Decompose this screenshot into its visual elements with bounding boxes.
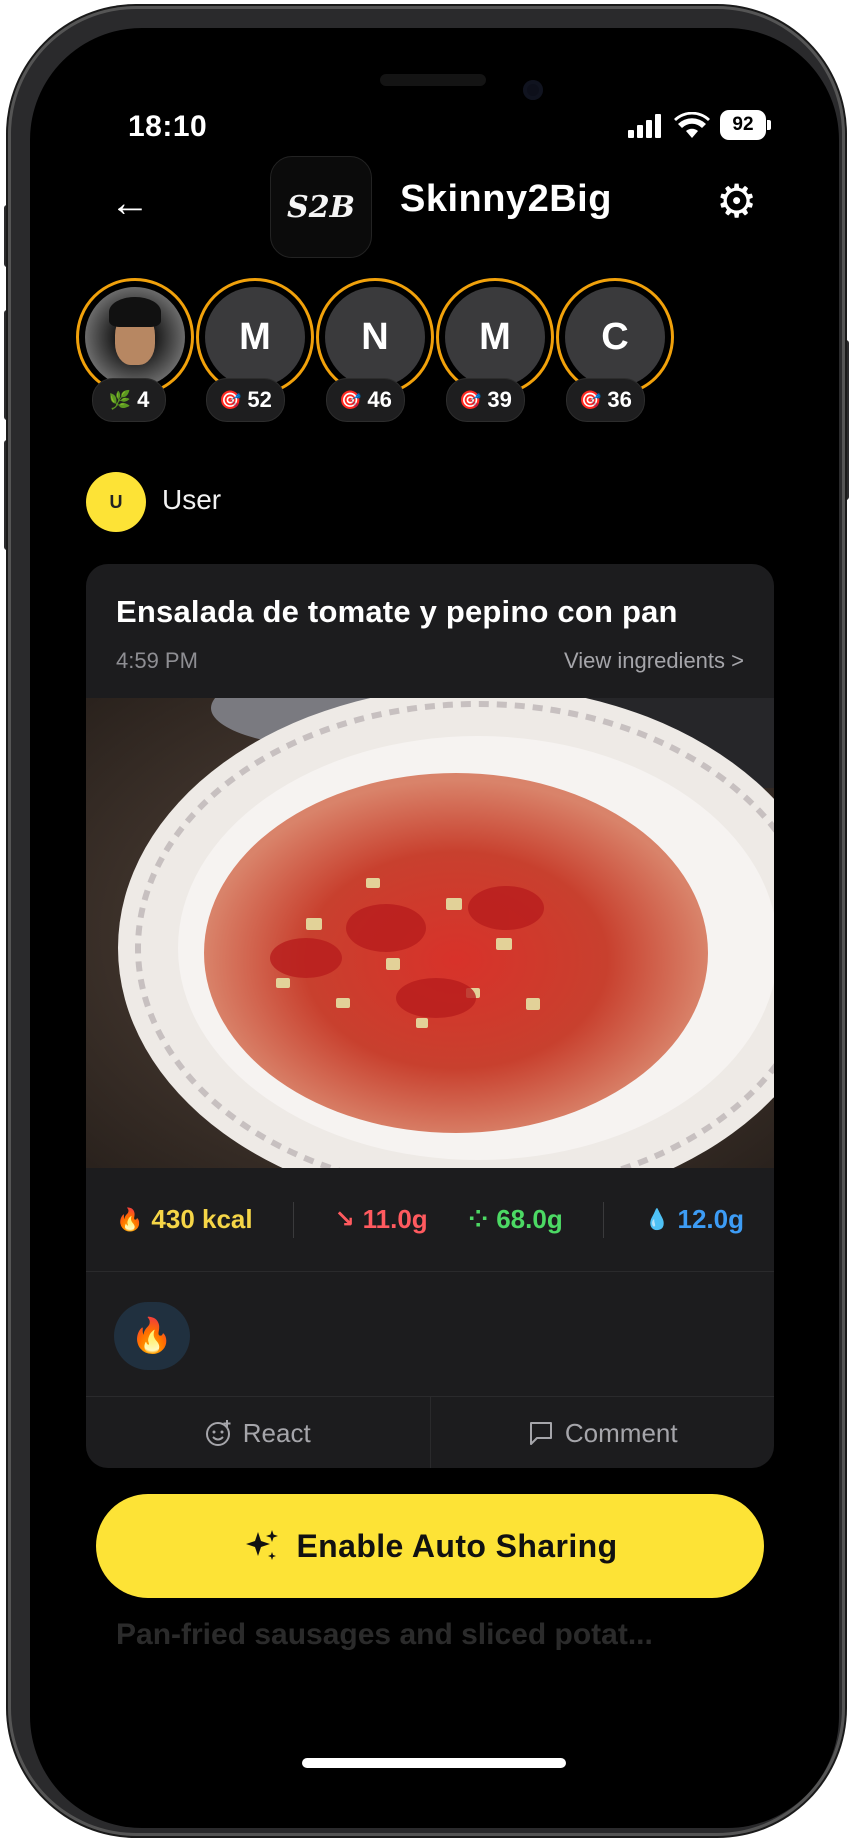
battery-tip xyxy=(767,120,771,130)
fat-value: 12.0g xyxy=(677,1204,745,1234)
macro-divider xyxy=(603,1201,605,1238)
battery-indicator: 92 xyxy=(720,110,766,140)
target-icon: 🎯 xyxy=(219,389,242,410)
avatar-initial: M xyxy=(445,287,545,387)
badge-value: 4 xyxy=(137,387,150,412)
group-logo-text: S2B xyxy=(287,189,355,225)
reaction-chip[interactable]: 🔥 xyxy=(114,1302,190,1370)
post-author-name[interactable]: User xyxy=(162,484,221,516)
add-reaction-icon xyxy=(205,1420,231,1446)
target-icon: 🎯 xyxy=(579,389,602,410)
avatar-initial: N xyxy=(325,287,425,387)
cellular-signal-icon xyxy=(628,114,661,138)
comment-button[interactable]: Comment xyxy=(429,1397,775,1468)
calories-macro: 🔥 430 kcal xyxy=(116,1204,253,1235)
next-post-title: Pan-fried sausages and sliced potat... xyxy=(116,1618,653,1651)
status-time: 18:10 xyxy=(128,110,208,143)
cta-label: Enable Auto Sharing xyxy=(296,1527,618,1564)
avatar-hair xyxy=(109,297,161,327)
meal-title: Ensalada de tomate y pepino con pan xyxy=(116,594,678,629)
meal-photo[interactable] xyxy=(86,698,774,1168)
comment-label: Comment xyxy=(564,1417,678,1448)
droplet-icon: 💧 xyxy=(644,1209,670,1231)
home-indicator[interactable] xyxy=(302,1758,566,1768)
meal-time: 4:59 PM xyxy=(116,648,198,673)
grain-icon: ⁘ xyxy=(468,1206,489,1233)
meal-post-card: Ensalada de tomate y pepino con pan 4:59… xyxy=(86,564,774,1468)
gear-icon[interactable]: ⚙ xyxy=(716,178,757,224)
flame-icon: 🔥 xyxy=(116,1206,144,1232)
group-logo: S2B xyxy=(270,156,372,258)
wifi-icon xyxy=(674,112,710,138)
member-avatar-5[interactable]: C 🎯 36 xyxy=(556,278,674,438)
avatar[interactable]: U xyxy=(86,472,146,532)
group-title: Skinny2Big xyxy=(400,178,612,220)
phone-frame: 18:10 92 ← S2B Skinny2Big ⚙ 🌿 4 M 🎯 52 N… xyxy=(8,6,845,1836)
goal-badge: 🎯 36 xyxy=(566,378,645,422)
meal-photo-image xyxy=(86,698,774,1168)
streak-badge: 🌿 4 xyxy=(92,378,166,422)
macros-row: 🔥 430 kcal ↘ 11.0g ⁘ 68.0g 💧 12.0g xyxy=(86,1168,774,1272)
protein-value: 11.0g xyxy=(362,1204,428,1234)
view-ingredients-link[interactable]: View ingredients > xyxy=(564,648,744,674)
app-screen: 18:10 92 ← S2B Skinny2Big ⚙ 🌿 4 M 🎯 52 N… xyxy=(30,28,839,1828)
badge-value: 36 xyxy=(607,387,632,412)
dumbbell-icon: ↘ xyxy=(334,1206,355,1233)
sparkles-icon xyxy=(246,1530,279,1560)
carbs-macro: ⁘ 68.0g xyxy=(468,1204,563,1235)
enable-auto-sharing-button[interactable]: Enable Auto Sharing xyxy=(96,1494,764,1598)
fat-macro: 💧 12.0g xyxy=(645,1204,744,1235)
earpiece-speaker xyxy=(380,74,486,86)
badge-value: 39 xyxy=(487,387,512,412)
avatar-initial: M xyxy=(205,287,305,387)
front-camera xyxy=(523,80,543,100)
calories-value: 430 kcal xyxy=(151,1204,253,1234)
member-avatar-4[interactable]: M 🎯 39 xyxy=(436,278,554,438)
macro-divider xyxy=(293,1201,295,1238)
member-avatar-1[interactable]: 🌿 4 xyxy=(76,278,194,438)
member-avatar-3[interactable]: N 🎯 46 xyxy=(316,278,434,438)
goal-badge: 🎯 52 xyxy=(206,378,285,422)
protein-macro: ↘ 11.0g xyxy=(335,1204,428,1235)
back-arrow-icon[interactable]: ← xyxy=(110,183,150,223)
goal-badge: 🎯 39 xyxy=(446,378,525,422)
target-icon: 🎯 xyxy=(339,389,362,410)
post-actions: React Comment xyxy=(86,1396,774,1468)
avatar-initial: C xyxy=(565,287,665,387)
badge-value: 52 xyxy=(247,387,272,412)
avatar-photo xyxy=(85,287,185,387)
carbs-value: 68.0g xyxy=(496,1204,563,1234)
badge-value: 46 xyxy=(367,387,392,412)
leaf-icon: 🌿 xyxy=(108,389,132,410)
comment-icon xyxy=(529,1422,552,1445)
react-button[interactable]: React xyxy=(86,1397,430,1468)
react-label: React xyxy=(242,1417,311,1448)
target-icon: 🎯 xyxy=(459,389,482,410)
fire-emoji-icon: 🔥 xyxy=(130,1317,174,1355)
member-avatar-2[interactable]: M 🎯 52 xyxy=(196,278,314,438)
goal-badge: 🎯 46 xyxy=(326,378,405,422)
